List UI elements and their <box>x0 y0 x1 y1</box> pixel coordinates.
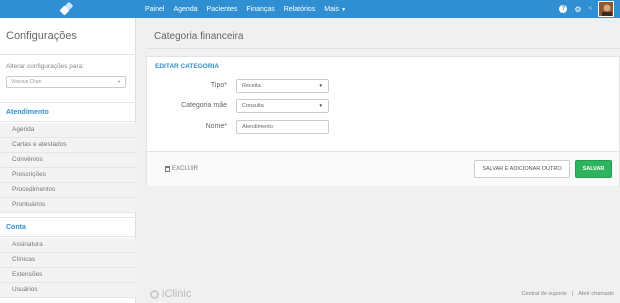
sidebar-title: Configurações <box>6 30 77 42</box>
categoria-mae-row: Categoria mãe Consulta ▼ <box>147 99 620 113</box>
sidebar-item-agenda[interactable]: Agenda <box>0 123 136 138</box>
sidebar-item-extensoes[interactable]: Extensões <box>0 268 136 283</box>
nav-painel[interactable]: Painel <box>145 6 164 13</box>
chevron-down-icon: ▼ <box>341 6 347 13</box>
tipo-label: Tipo* <box>210 82 227 89</box>
iclinic-logo-icon[interactable] <box>60 2 74 16</box>
tipo-select-value: Receita <box>242 83 261 89</box>
chevron-down-icon: ▼ <box>318 83 323 88</box>
help-icon[interactable]: ? <box>559 5 568 13</box>
avatar[interactable] <box>598 1 614 17</box>
sidebar-item-procedimentos[interactable]: Procedimentos <box>0 183 136 198</box>
main-nav: Painel Agenda Pacientes Finanças Relatór… <box>145 0 355 18</box>
nome-label: Nome* <box>205 123 227 130</box>
save-and-add-button[interactable]: SALVAR E ADICIONAR OUTRO <box>474 160 570 178</box>
nav-pacientes[interactable]: Pacientes <box>207 6 238 13</box>
sidebar-item-prescricoes[interactable]: Prescrições <box>0 168 136 183</box>
sidebar-item-clinicas[interactable]: Clínicas <box>0 253 136 268</box>
trash-icon <box>165 166 170 172</box>
sidebar-item-convenios[interactable]: Convênios <box>0 153 136 168</box>
chevron-down-icon: ▼ <box>117 79 121 84</box>
section-atendimento[interactable]: Atendimento <box>0 102 136 122</box>
save-button[interactable]: SALVAR <box>575 160 612 178</box>
nav-relatorios[interactable]: Relatórios <box>284 6 316 13</box>
card-footer: EXCLUIR SALVAR E ADICIONAR OUTRO SALVAR <box>147 151 619 186</box>
sidebar-item-assinatura[interactable]: Assinatura <box>0 238 136 253</box>
sidebar-item-prontuarios[interactable]: Prontuários <box>0 198 136 213</box>
nav-financas[interactable]: Finanças <box>246 6 274 13</box>
section-conta[interactable]: Conta <box>0 217 136 237</box>
footer-brand: iClinic <box>162 288 192 300</box>
edit-category-card: EDITAR CATEGORIA Tipo* Receita ▼ Categor… <box>146 56 620 186</box>
sidebar-item-usuarios[interactable]: Usuários <box>0 283 136 298</box>
nome-row: Nome* Atendimento <box>147 120 620 134</box>
support-link[interactable]: Central de suporte <box>522 291 567 297</box>
nav-mais[interactable]: Mais ▼ <box>324 6 346 13</box>
categoria-mae-label: Categoria mãe <box>181 102 227 109</box>
delete-button-label: EXCLUIR <box>172 166 199 172</box>
top-right-tools: ? ⚙ < <box>552 0 614 18</box>
categoria-mae-select[interactable]: Consulta ▼ <box>236 99 329 113</box>
categoria-mae-select-value: Consulta <box>242 103 264 109</box>
nome-input-value: Atendimento <box>242 124 273 130</box>
footer-links: Central de suporte | Abrir chamado <box>517 291 614 297</box>
chevron-down-icon: ▼ <box>318 103 323 108</box>
chevron-left-icon[interactable]: < <box>588 6 592 12</box>
section-conta-label: Conta <box>6 224 26 231</box>
settings-sidebar: Configurações Alterar configurações para… <box>0 18 136 303</box>
user-select[interactable]: Vinicius Chan ▼ <box>6 76 126 88</box>
tipo-select[interactable]: Receita ▼ <box>236 79 329 93</box>
footer-logo: iClinic <box>150 288 191 300</box>
gear-icon[interactable]: ⚙ <box>574 5 581 14</box>
delete-button[interactable]: EXCLUIR <box>165 166 198 172</box>
footer-separator: | <box>571 291 574 297</box>
user-select-value: Vinicius Chan <box>11 79 42 85</box>
section-atendimento-label: Atendimento <box>6 109 49 116</box>
open-ticket-link[interactable]: Abrir chamado <box>578 291 614 297</box>
nome-input[interactable]: Atendimento <box>236 120 329 134</box>
sidebar-divider <box>0 54 136 55</box>
tipo-row: Tipo* Receita ▼ <box>147 79 620 93</box>
user-avatar-image <box>599 2 613 16</box>
nav-mais-label: Mais <box>324 5 340 13</box>
page-header: Categoria financeira <box>146 26 620 49</box>
sidebar-item-cartas[interactable]: Cartas e atestados <box>0 138 136 153</box>
iclinic-mark-icon <box>150 289 159 299</box>
section-title: EDITAR CATEGORIA <box>155 63 220 70</box>
change-settings-label: Alterar configurações para: <box>6 63 85 70</box>
nav-agenda[interactable]: Agenda <box>173 6 197 13</box>
page-title: Categoria financeira <box>154 31 244 42</box>
top-navbar: Painel Agenda Pacientes Finanças Relatór… <box>0 0 620 18</box>
